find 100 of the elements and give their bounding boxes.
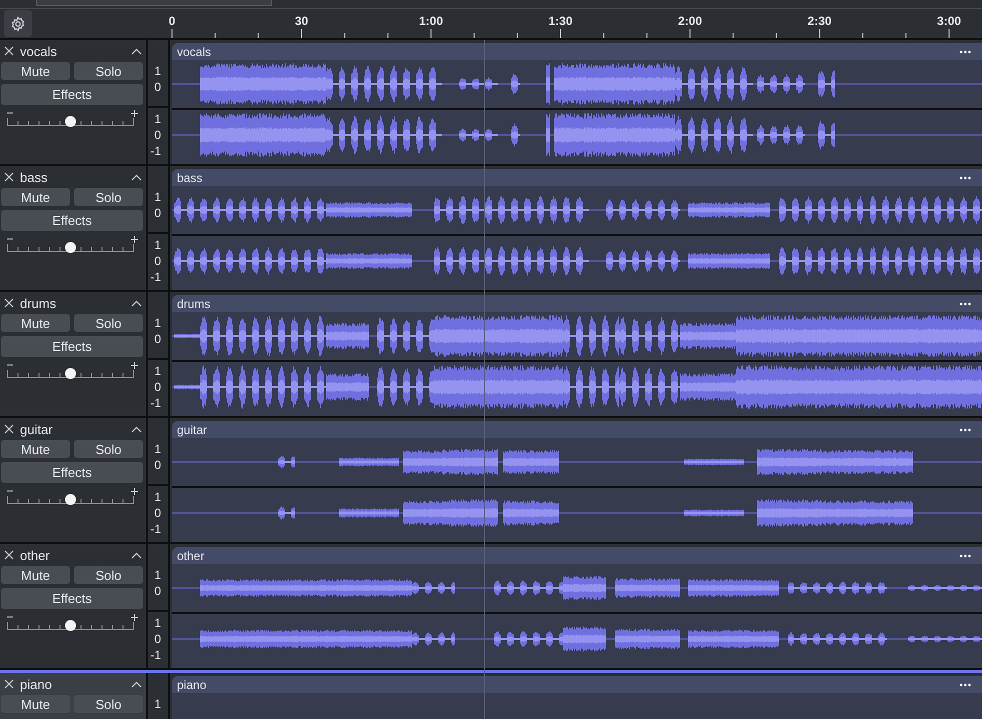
scale-label: 0: [154, 379, 161, 395]
collapse-icon[interactable]: [131, 174, 142, 180]
scale-label: 1: [154, 363, 161, 379]
mute-button[interactable]: Mute: [1, 314, 70, 332]
scale-label: 0: [154, 253, 161, 269]
track-control-panel[interactable]: guitar Mute Solo Effects: [0, 418, 148, 542]
close-icon[interactable]: [4, 172, 14, 182]
track-name: bass: [20, 170, 48, 184]
gain-slider[interactable]: [7, 118, 135, 126]
scale-label: 0: [154, 631, 161, 647]
track-control-panel[interactable]: drums Mute Solo Effects: [0, 292, 148, 416]
slider-thumb[interactable]: [65, 242, 76, 253]
solo-button[interactable]: Solo: [74, 314, 143, 332]
time-label: 0: [168, 14, 176, 28]
mute-button[interactable]: Mute: [1, 695, 70, 713]
solo-button[interactable]: Solo: [74, 566, 143, 584]
plus-icon: [131, 362, 138, 368]
track-control-panel[interactable]: other Mute Solo Effects: [0, 544, 148, 668]
audio-clip[interactable]: vocals •••: [172, 43, 982, 164]
scale-label: 0: [154, 583, 161, 599]
effects-button[interactable]: Effects: [1, 336, 143, 357]
clip-menu-button[interactable]: •••: [960, 680, 972, 690]
time-label: 2:30: [808, 14, 832, 28]
scale-label: 1: [154, 615, 161, 631]
clip-menu-button[interactable]: •••: [960, 550, 972, 560]
audio-clip[interactable]: bass •••: [172, 169, 982, 290]
track-name: piano: [20, 676, 53, 692]
audio-clip[interactable]: drums •••: [172, 295, 982, 416]
solo-button[interactable]: Solo: [74, 695, 143, 713]
clip-title: drums: [177, 296, 210, 310]
gain-slider[interactable]: [7, 496, 135, 504]
plus-icon: [131, 110, 138, 116]
scale-label: 0: [154, 127, 161, 143]
scale-label: -1: [150, 521, 161, 537]
scale-label: 1: [154, 441, 161, 457]
mute-button[interactable]: Mute: [1, 566, 70, 584]
scale-label: 0: [154, 457, 161, 473]
effects-button[interactable]: Effects: [1, 588, 143, 609]
collapse-icon[interactable]: [131, 552, 142, 558]
collapse-icon[interactable]: [131, 680, 142, 688]
solo-button[interactable]: Solo: [74, 188, 143, 206]
scale-label: 1: [154, 567, 161, 583]
plus-icon: [131, 614, 138, 620]
clip-menu-button[interactable]: •••: [960, 172, 972, 182]
mute-button[interactable]: Mute: [1, 440, 70, 458]
gain-slider[interactable]: [7, 370, 135, 378]
track-control-panel[interactable]: piano Mute Solo: [0, 673, 148, 719]
scale-label: 1: [154, 315, 161, 331]
close-icon[interactable]: [4, 46, 14, 56]
mute-button[interactable]: Mute: [1, 188, 70, 206]
audio-clip[interactable]: other •••: [172, 547, 982, 668]
close-icon[interactable]: [4, 424, 14, 434]
mute-button[interactable]: Mute: [1, 62, 70, 80]
minus-icon: [7, 490, 13, 492]
slider-thumb[interactable]: [65, 620, 76, 631]
scale-label: 1: [154, 63, 161, 79]
settings-button[interactable]: [4, 10, 32, 37]
clip-title: guitar: [177, 422, 208, 436]
clip-title: piano: [177, 678, 206, 692]
scale-label: 1: [154, 237, 161, 253]
track-control-panel[interactable]: bass Mute Solo Effects: [0, 166, 148, 290]
track-name: drums: [20, 296, 58, 310]
collapse-icon[interactable]: [131, 48, 142, 54]
track-name: guitar: [20, 422, 54, 436]
close-icon[interactable]: [4, 550, 14, 560]
minus-icon: [7, 364, 13, 366]
clip-menu-button[interactable]: •••: [960, 298, 972, 308]
scale-label: 0: [154, 331, 161, 347]
scale-label: 1: [154, 189, 161, 205]
effects-button[interactable]: Effects: [1, 462, 143, 483]
scale-label: 0: [154, 505, 161, 521]
scale-label: -1: [150, 395, 161, 411]
slider-thumb[interactable]: [65, 494, 76, 505]
collapse-icon[interactable]: [131, 300, 142, 306]
clip-title: vocals: [177, 44, 212, 58]
clip-menu-button[interactable]: •••: [960, 424, 972, 434]
close-icon[interactable]: [4, 298, 14, 308]
track-name: other: [20, 548, 51, 562]
clip-menu-button[interactable]: •••: [960, 46, 972, 56]
time-label: 1:30: [548, 14, 573, 28]
audio-clip[interactable]: piano •••: [172, 676, 982, 719]
minus-icon: [7, 238, 13, 240]
effects-button[interactable]: Effects: [1, 210, 143, 231]
effects-button[interactable]: Effects: [1, 84, 143, 105]
solo-button[interactable]: Solo: [74, 440, 143, 458]
settings-icon: [10, 16, 26, 32]
scale-label: 1: [154, 111, 161, 127]
clip-title: bass: [177, 170, 202, 184]
gain-slider[interactable]: [7, 622, 135, 630]
scale-label: 1: [154, 489, 161, 505]
gain-slider[interactable]: [7, 244, 135, 252]
track-control-panel[interactable]: vocals Mute Solo Effects: [0, 40, 148, 164]
collapse-icon[interactable]: [131, 426, 142, 432]
slider-thumb[interactable]: [65, 368, 76, 379]
solo-button[interactable]: Solo: [74, 62, 143, 80]
audio-clip[interactable]: guitar •••: [172, 421, 982, 542]
time-label: 1:00: [419, 14, 444, 28]
plus-icon: [131, 236, 138, 242]
slider-thumb[interactable]: [65, 116, 76, 127]
close-icon[interactable]: [4, 679, 14, 689]
